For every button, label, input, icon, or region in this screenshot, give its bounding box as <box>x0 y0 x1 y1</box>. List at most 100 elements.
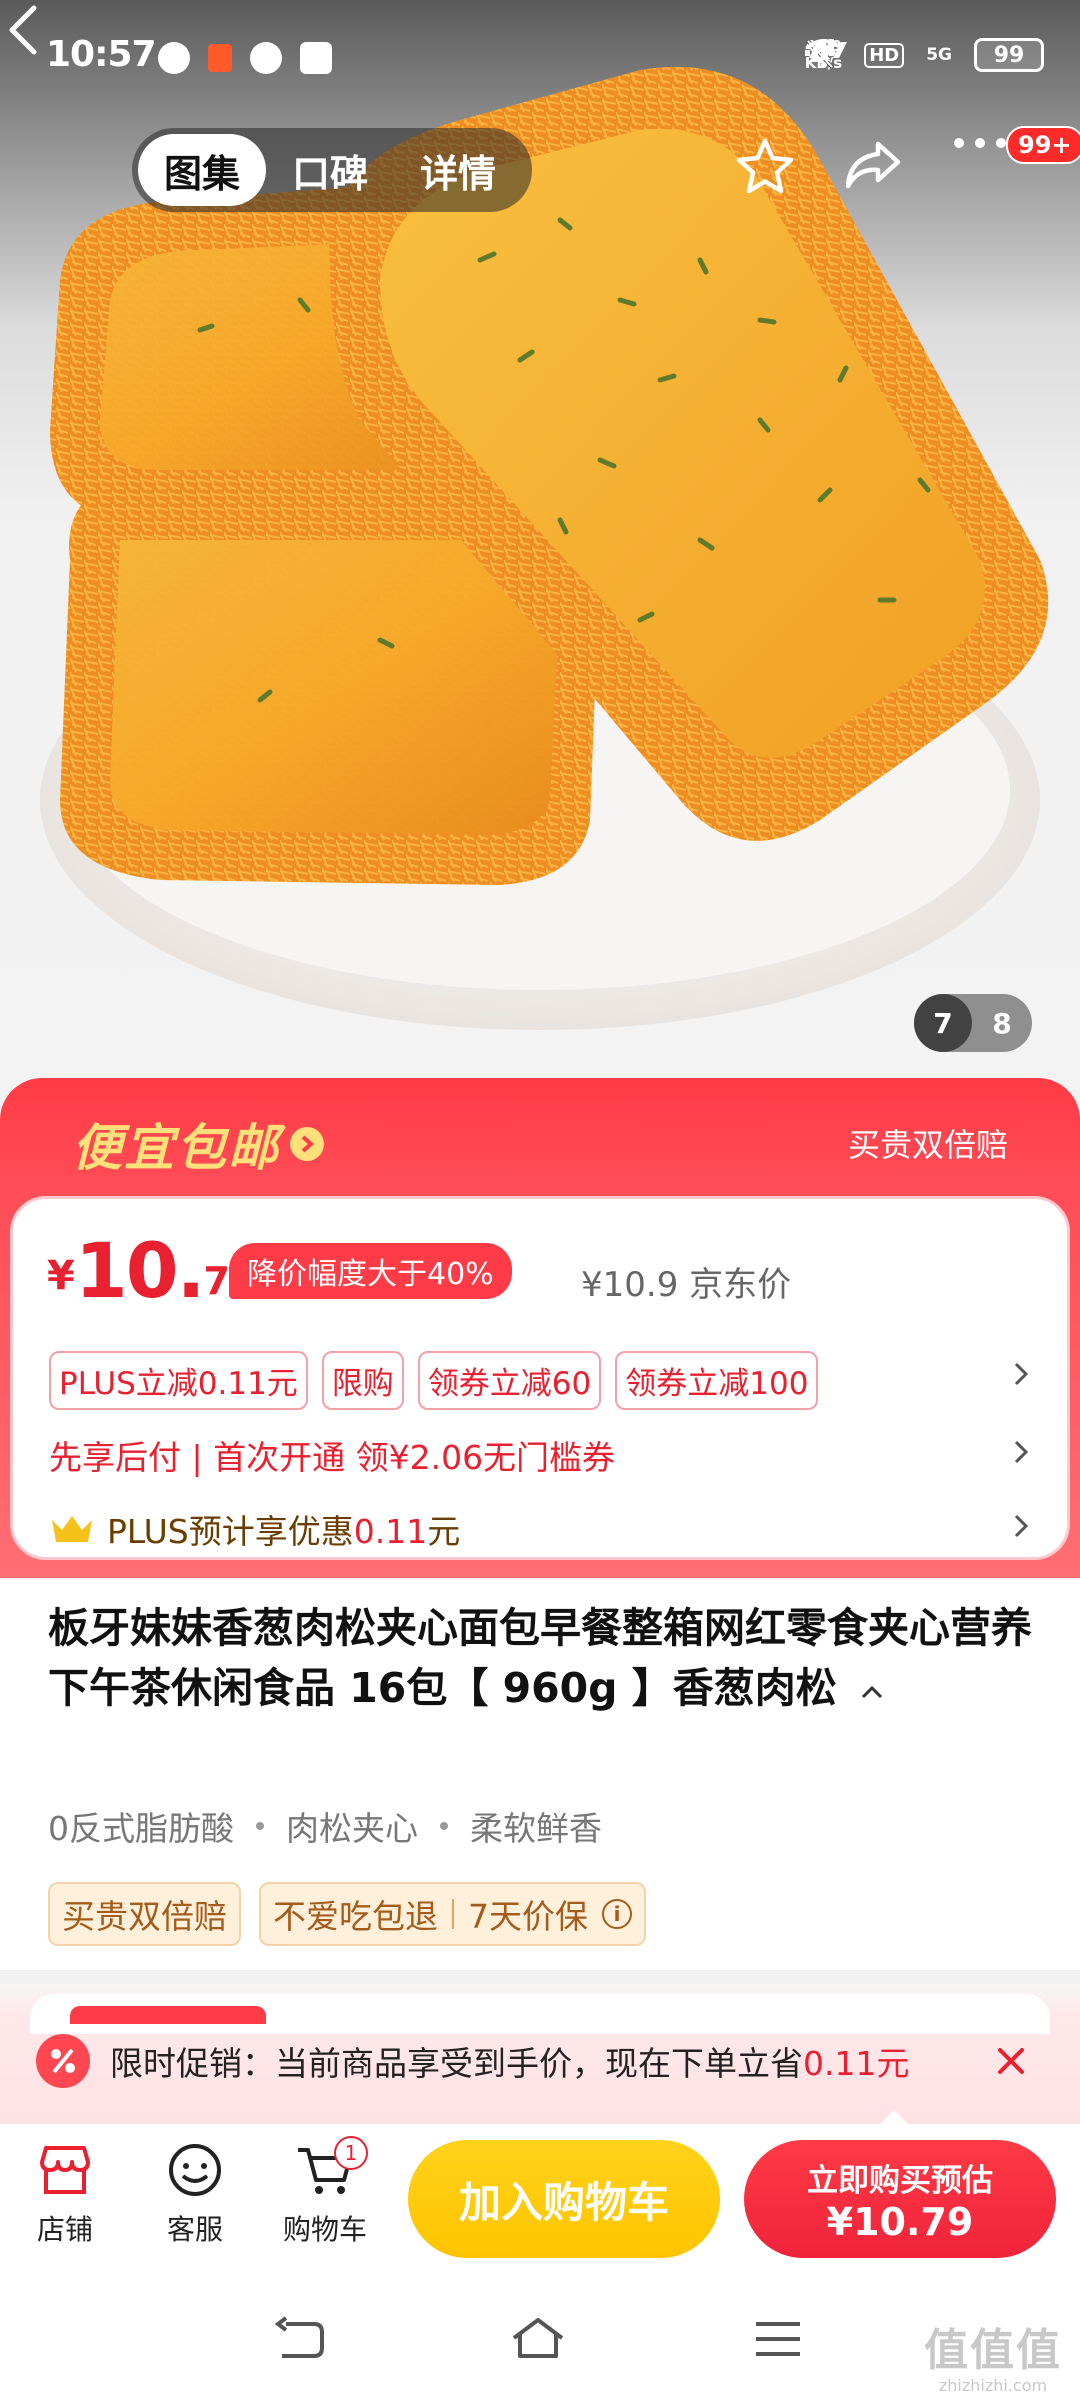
limited-promo-unit: 元 <box>876 2044 910 2083</box>
back-arrow-icon[interactable] <box>0 0 50 60</box>
crown-icon <box>52 1516 92 1542</box>
customer-service-button[interactable]: 客服 <box>140 2142 250 2248</box>
cart-count-badge: 1 <box>334 2136 368 2170</box>
tab-reviews[interactable]: 口碑 <box>266 134 394 206</box>
bottom-action-bar: 店铺 客服 1 购物车 加入购物车 立即购买预估 ¥10.79 <box>0 2124 1080 2274</box>
site-watermark: 值值值 zhizhizhi.com <box>924 2314 1062 2395</box>
plus-discount-row[interactable]: PLUS预计享优惠0.11元 <box>49 1505 460 1553</box>
bullet-dot <box>256 1822 264 1830</box>
coupon-chip[interactable]: 限购 <box>321 1351 404 1410</box>
free-shipping-label: 便宜包邮 <box>72 1119 280 1177</box>
plus-discount-amount: 0.11 <box>353 1512 428 1551</box>
info-icon[interactable]: i <box>602 1899 632 1929</box>
plus-discount-text: PLUS预计享优惠 <box>107 1512 354 1551</box>
limited-promo-text: 限时促销：当前商品享受到手价，现在下单立省0.11元 <box>110 2037 909 2085</box>
status-icons: 42.9 KB/s HD 5G 99 <box>804 38 1044 72</box>
share-icon <box>845 141 901 189</box>
hd-badge: HD <box>864 42 905 68</box>
more-dots-icon <box>954 138 1006 148</box>
close-icon[interactable] <box>994 2044 1028 2078</box>
coupon-chips[interactable]: PLUS立减0.11元 限购 领券立减60 领券立减100 <box>49 1351 819 1410</box>
plus-discount-unit: 元 <box>427 1512 461 1551</box>
star-icon <box>736 138 794 194</box>
system-menu-icon[interactable] <box>748 2314 808 2364</box>
mail-icon <box>300 42 332 74</box>
cart-label: 购物车 <box>282 2213 367 2246</box>
return-tag: 不爱吃包退 <box>273 1897 438 1936</box>
limited-promo-content: 限时促销：当前商品享受到手价，现在下单立省0.11元 <box>36 2034 909 2088</box>
price-currency: ¥ <box>47 1253 75 1299</box>
watermark-url: zhizhizhi.com <box>938 2376 1048 2395</box>
chevron-right-icon[interactable] <box>1013 1511 1029 1541</box>
add-to-cart-button[interactable]: 加入购物车 <box>408 2140 720 2258</box>
system-back-icon[interactable] <box>270 2314 330 2364</box>
tag-divider <box>452 1899 454 1929</box>
watermark-logo: 值值值 <box>924 2325 1062 2376</box>
feature-list: 0反式脂肪酸 肉松夹心 柔软鲜香 <box>48 1802 602 1850</box>
double-refund-label[interactable]: 买贵双倍赔 <box>848 1120 1008 1166</box>
buy-now-price: ¥10.79 <box>826 2199 974 2244</box>
cart-button[interactable]: 1 购物车 <box>270 2136 380 2248</box>
current-price: ¥ 10. 79 <box>47 1233 256 1309</box>
pay-later-offer[interactable]: 先享后付 | 首次开通 领¥2.06无门槛券 <box>49 1431 615 1479</box>
limited-promo-bar[interactable]: 限时促销：当前商品享受到手价，现在下单立省0.11元 <box>0 1984 1080 2124</box>
guarantee-tags[interactable]: 买贵双倍赔 不爱吃包退 7天价保 i <box>48 1882 646 1946</box>
product-title[interactable]: 板牙妹妹香葱肉松夹心面包早餐整箱网红零食夹心营养下午茶休闲食品 16包【 960… <box>48 1598 1048 1718</box>
tooltip-pointer <box>880 2110 908 2124</box>
chevron-right-icon[interactable] <box>1013 1437 1029 1467</box>
service-tags[interactable]: 不爱吃包退 7天价保 i <box>259 1882 646 1946</box>
bullet-dot <box>440 1822 448 1830</box>
message-icon <box>158 42 190 74</box>
price-integer: 10. <box>74 1226 206 1315</box>
product-info: 板牙妹妹香葱肉松夹心面包早餐整箱网红零食夹心营养下午茶休闲食品 16包【 960… <box>0 1580 1080 1970</box>
wechat-icon <box>250 42 282 74</box>
notification-icons <box>158 42 332 74</box>
message-count-badge: 99+ <box>1006 126 1080 164</box>
feature-item: 0反式脂肪酸 <box>48 1809 234 1848</box>
app-notification-icon <box>208 44 232 72</box>
feature-item: 肉松夹心 <box>286 1809 418 1848</box>
status-bar: 10:57 42.9 KB/s HD 5G 99 <box>0 0 1080 120</box>
price-protect-tag: 7天价保 <box>468 1897 588 1936</box>
gallery-pager: 7 8 <box>914 994 1032 1052</box>
tab-gallery[interactable]: 图集 <box>138 134 267 206</box>
smiley-icon <box>169 2144 221 2196</box>
chevron-right-icon[interactable] <box>1013 1359 1029 1389</box>
gallery-total-pages: 8 <box>992 1006 1012 1040</box>
system-home-icon[interactable] <box>508 2314 568 2364</box>
jd-reference-price: ¥10.9 京东价 <box>581 1265 792 1305</box>
double-refund-tag[interactable]: 买贵双倍赔 <box>48 1882 241 1946</box>
gallery-tabs: 图集 口碑 详情 <box>132 128 532 212</box>
limited-promo-amount: 0.11 <box>803 2044 877 2083</box>
status-time: 10:57 <box>46 34 157 75</box>
shop-button[interactable]: 店铺 <box>10 2142 120 2248</box>
plus-discount-label: PLUS预计享优惠0.11元 <box>107 1505 460 1553</box>
chevron-up-icon[interactable] <box>859 1682 885 1702</box>
favorite-button[interactable] <box>734 136 804 206</box>
next-section-tab <box>70 2006 266 2024</box>
store-icon <box>40 2146 90 2194</box>
coupon-chip[interactable]: 领券立减100 <box>615 1351 819 1410</box>
wifi-icon <box>805 39 842 68</box>
coupon-chip[interactable]: PLUS立减0.11元 <box>49 1351 308 1410</box>
service-label: 客服 <box>166 2213 223 2246</box>
network-type: 5G <box>926 44 952 65</box>
feature-item: 柔软鲜香 <box>470 1809 602 1848</box>
buy-now-label: 立即购买预估 <box>807 2162 993 2199</box>
discount-percent-icon <box>36 2034 90 2088</box>
gallery-current-page: 7 <box>914 994 972 1052</box>
system-navigation-bar: 值值值 zhizhizhi.com <box>0 2274 1080 2400</box>
signal-block: 5G <box>804 39 952 65</box>
price-promo-card: 便宜包邮 买贵双倍赔 ¥ 10. 79 降价幅度大于40% ¥10.9 京东价 … <box>0 1078 1080 1578</box>
buy-now-button[interactable]: 立即购买预估 ¥10.79 <box>744 2140 1056 2258</box>
shop-label: 店铺 <box>36 2213 93 2246</box>
product-gallery[interactable]: 10:57 42.9 KB/s HD 5G 99 图集 口碑 详情 <box>0 0 1080 1090</box>
share-button[interactable] <box>842 136 912 206</box>
battery-indicator: 99 <box>974 38 1044 72</box>
limited-promo-message: 限时促销：当前商品享受到手价，现在下单立省 <box>110 2044 803 2083</box>
coupon-chip[interactable]: 领券立减60 <box>417 1351 602 1410</box>
price-box: ¥ 10. 79 降价幅度大于40% ¥10.9 京东价 PLUS立减0.11元… <box>10 1196 1070 1560</box>
free-shipping-banner[interactable]: 便宜包邮 <box>72 1108 324 1180</box>
chevron-right-icon <box>290 1127 324 1161</box>
tab-details[interactable]: 详情 <box>394 134 522 206</box>
